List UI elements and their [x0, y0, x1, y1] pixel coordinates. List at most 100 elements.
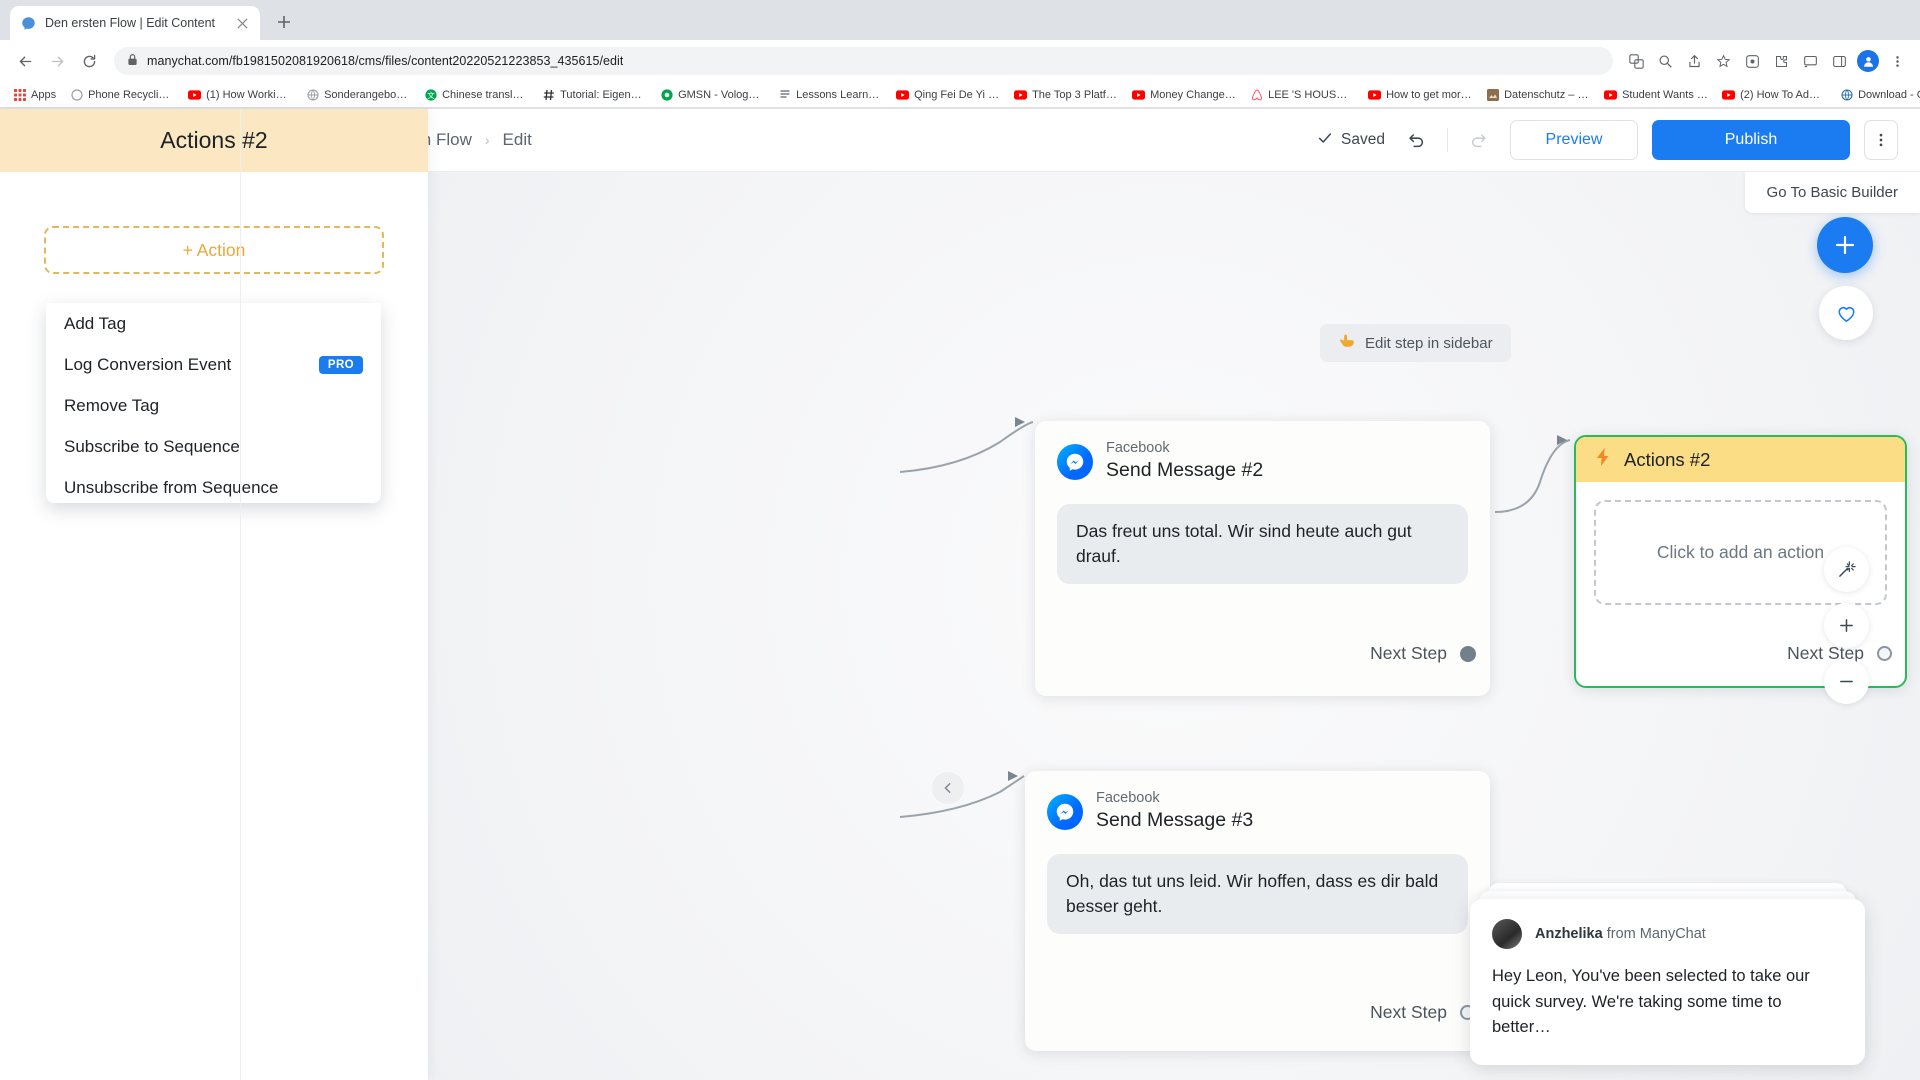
redo-icon[interactable] [1462, 123, 1496, 157]
notification-sender: Anzhelika from ManyChat [1535, 926, 1706, 942]
flow-topbar: Flows›Den ersten Flow›Edit Saved [240, 109, 1920, 172]
add-action-button[interactable]: + Action [44, 226, 384, 274]
magic-wand-icon[interactable] [1824, 547, 1869, 592]
notification-card[interactable]: Anzhelika from ManyChat Hey Leon, You've… [1470, 899, 1865, 1065]
messenger-icon [1057, 443, 1093, 480]
address-bar[interactable]: manychat.com/fb1981502081920618/cms/file… [114, 47, 1613, 75]
zoom-out-button[interactable] [1824, 659, 1869, 704]
topbar-actions: Saved Preview Publish [1317, 120, 1898, 160]
go-to-basic-builder-button[interactable]: Go To Basic Builder [1744, 172, 1920, 213]
bookmark-item[interactable]: (2) How To Add A... [1715, 86, 1833, 103]
action-menu-item[interactable]: Log Conversion Event PRO [46, 344, 381, 385]
youtube-icon [1014, 88, 1028, 101]
bookmark-item[interactable]: Student Wants an... [1597, 86, 1715, 103]
back-icon[interactable] [10, 46, 40, 76]
next-step-connector[interactable]: Next Step [1370, 643, 1476, 664]
action-menu-item[interactable]: Remove Tag [46, 385, 381, 426]
airbnb-icon [1250, 88, 1263, 101]
cast-icon[interactable] [1797, 48, 1823, 74]
edit-step-in-sidebar-tip[interactable]: Edit step in sidebar [1320, 324, 1511, 362]
preview-button[interactable]: Preview [1510, 120, 1638, 160]
publish-button[interactable]: Publish [1652, 120, 1850, 160]
next-step-connector[interactable]: Next Step [1370, 1002, 1475, 1023]
action-menu-item[interactable]: Add Tag [46, 303, 381, 344]
lightning-bolt-icon [1594, 447, 1612, 472]
youtube-icon [1368, 88, 1382, 101]
reload-icon[interactable] [74, 46, 104, 76]
connector-dot-filled[interactable] [1460, 645, 1476, 662]
image-icon [1486, 88, 1499, 101]
notification-from-text: from ManyChat [1602, 926, 1706, 943]
action-type-dropdown[interactable]: Add Tag Log Conversion Event PRO Remove Tag… [46, 303, 381, 503]
hash-icon [542, 88, 555, 101]
message-text[interactable]: Das freut uns total. Wir sind heute auch… [1057, 503, 1468, 584]
translate-icon: 文 [424, 88, 437, 101]
bookmark-item[interactable]: GMSN - Vologda,... [653, 86, 771, 103]
connector-dot-open[interactable] [1877, 646, 1892, 661]
menu-kebab-icon[interactable] [1884, 48, 1910, 74]
intercom-notification[interactable]: Anzhelika from ManyChat Hey Leon, You've… [1470, 883, 1865, 1065]
bookmark-star-icon[interactable] [1710, 48, 1736, 74]
bookmark-item[interactable]: LEE 'S HOUSE—... [1243, 86, 1361, 103]
svg-text:文: 文 [427, 90, 435, 100]
favorites-button[interactable] [1819, 286, 1873, 340]
bookmark-item[interactable]: Tutorial: Eigene Fa... [535, 86, 653, 103]
forward-icon[interactable] [42, 46, 72, 76]
extension-icon[interactable] [1739, 48, 1765, 74]
bookmark-item[interactable]: Lessons Learned f... [771, 86, 889, 103]
bookmark-label: Chinese translatio... [442, 88, 528, 101]
bookmark-item[interactable]: Download - Cooki... [1833, 86, 1920, 103]
youtube-icon [1604, 88, 1618, 101]
panel-body: + Action Add Tag Log Conversion Event PRO R… [0, 172, 428, 503]
puzzle-icon[interactable] [1768, 48, 1794, 74]
breadcrumb-item[interactable]: Edit [503, 130, 532, 150]
browser-tab[interactable]: Den ersten Flow | Edit Content [10, 6, 260, 40]
bookmark-label: Tutorial: Eigene Fa... [560, 88, 647, 101]
bookmark-label: (2) How To Add A... [1740, 88, 1827, 101]
translate-icon[interactable] [1623, 48, 1649, 74]
bookmark-item[interactable]: (1) How Working a... [181, 86, 299, 103]
flow-node-send-message-3[interactable]: Facebook Send Message #3 Oh, das tut uns… [1025, 771, 1490, 1051]
messenger-icon [1047, 793, 1083, 830]
new-tab-button[interactable] [268, 6, 300, 38]
bookmark-item[interactable]: Money Changes E... [1125, 86, 1243, 103]
share-icon[interactable] [1681, 48, 1707, 74]
next-step-label: Next Step [1370, 1002, 1447, 1022]
collapse-branch-button[interactable] [932, 772, 964, 804]
sidebar-icon[interactable] [1826, 48, 1852, 74]
bookmark-item[interactable]: Phone Recycling... [63, 86, 181, 103]
bookmark-item[interactable]: Apps [6, 86, 63, 103]
bookmark-label: Phone Recycling... [88, 88, 175, 101]
zoom-in-button[interactable] [1824, 603, 1869, 648]
saved-status: Saved [1317, 130, 1385, 151]
apps-grid-icon [13, 88, 26, 101]
bookmark-item[interactable]: Qing Fei De Yi - Y... [889, 86, 1007, 103]
youtube-icon [1722, 88, 1736, 101]
doc-icon [778, 88, 791, 101]
bookmark-item[interactable]: Datenschutz – Re... [1479, 86, 1597, 103]
bookmark-item[interactable]: How to get more v... [1361, 86, 1479, 103]
notification-author: Anzhelika [1535, 926, 1603, 943]
zoom-icon[interactable] [1652, 48, 1678, 74]
action-menu-item[interactable]: Unsubscribe from Sequence [46, 467, 381, 503]
breadcrumb-separator: › [484, 132, 490, 148]
bookmark-label: Money Changes E... [1150, 88, 1236, 101]
flow-canvas[interactable]: Go To Basic Builder Edit step in sidebar [240, 172, 1920, 1080]
profile-avatar[interactable] [1855, 48, 1881, 74]
flow-node-send-message-2[interactable]: Facebook Send Message #2 Das freut uns t… [1035, 421, 1490, 696]
close-icon[interactable] [234, 15, 250, 31]
bookmark-item[interactable]: 文 Chinese translatio... [417, 86, 535, 103]
action-menu-label: Add Tag [64, 313, 127, 333]
undo-icon[interactable] [1399, 123, 1433, 157]
bookmark-item[interactable]: The Top 3 Platfor... [1007, 86, 1125, 103]
add-step-button[interactable] [1817, 217, 1873, 273]
bookmark-item[interactable]: Sonderangebot! |... [299, 86, 417, 103]
bookmark-label: Lessons Learned f... [796, 88, 882, 101]
manychat-favicon [20, 15, 36, 31]
node-channel: Facebook [1106, 440, 1170, 456]
message-text[interactable]: Oh, das tut uns leid. Wir hoffen, dass e… [1047, 853, 1468, 934]
node-title: Send Message #2 [1106, 459, 1264, 482]
action-menu-item[interactable]: Subscribe to Sequence [46, 426, 381, 467]
node-title: Send Message #3 [1096, 809, 1254, 832]
more-vertical-icon[interactable] [1864, 120, 1898, 160]
